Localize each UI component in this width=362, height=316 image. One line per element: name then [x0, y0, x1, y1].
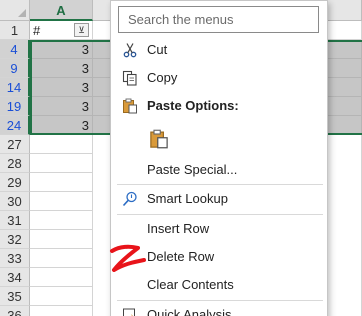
- menu-item-label: Delete Row: [147, 249, 215, 264]
- select-all-corner[interactable]: [0, 0, 30, 21]
- table-cell[interactable]: [30, 173, 93, 192]
- row-header[interactable]: 19: [0, 97, 30, 116]
- menu-item-copy[interactable]: Copy: [111, 64, 327, 92]
- menu-item-paste-special[interactable]: Paste Special...: [111, 156, 327, 184]
- menu-item-label: Quick Analysis: [147, 307, 232, 316]
- menu-item-paste-button[interactable]: [111, 124, 327, 156]
- menu-item-label: Copy: [147, 70, 178, 85]
- header-cell-text: #: [33, 23, 41, 38]
- menu-item-quick-analysis[interactable]: Quick Analysis: [111, 301, 327, 316]
- row-header[interactable]: 31: [0, 211, 30, 230]
- menu-item-clear-contents[interactable]: Clear Contents: [111, 271, 327, 299]
- select-all-triangle-icon: [18, 9, 26, 17]
- row-header[interactable]: 28: [0, 154, 30, 173]
- red-annotation-mark: [110, 244, 146, 272]
- table-cell[interactable]: [30, 249, 93, 268]
- table-cell[interactable]: [30, 154, 93, 173]
- column-header-a[interactable]: A: [30, 0, 93, 21]
- menu-item-label: Paste Special...: [147, 162, 238, 177]
- menu-item-insert-row[interactable]: Insert Row: [111, 215, 327, 243]
- menu-item-label: Insert Row: [147, 221, 210, 236]
- filter-funnel-icon: ⊻: [78, 25, 85, 35]
- search-menus-input[interactable]: [118, 6, 319, 33]
- row-header[interactable]: 9: [0, 59, 30, 78]
- copy-icon: [122, 70, 137, 86]
- table-cell[interactable]: 3: [30, 78, 93, 97]
- row-header[interactable]: 24: [0, 116, 30, 135]
- row-header[interactable]: 29: [0, 173, 30, 192]
- table-cell[interactable]: [30, 287, 93, 306]
- row-header[interactable]: 30: [0, 192, 30, 211]
- row-header[interactable]: 14: [0, 78, 30, 97]
- table-cell[interactable]: [30, 230, 93, 249]
- clipboard-icon: [123, 98, 137, 114]
- menu-item-label: Paste Options:: [147, 98, 239, 113]
- table-cell[interactable]: 3: [30, 40, 93, 59]
- menu-item-paste-options: Paste Options:: [111, 92, 327, 120]
- row-header[interactable]: 35: [0, 287, 30, 306]
- table-cell[interactable]: 3: [30, 59, 93, 78]
- table-cell[interactable]: [30, 306, 93, 316]
- menu-item-cut[interactable]: Cut: [111, 36, 327, 64]
- row-header[interactable]: 4: [0, 40, 30, 59]
- table-cell[interactable]: 3: [30, 97, 93, 116]
- table-cell[interactable]: [30, 135, 93, 154]
- quick-analysis-icon: [123, 308, 135, 316]
- row-header[interactable]: 1: [0, 21, 30, 40]
- table-cell[interactable]: 3: [30, 116, 93, 135]
- paste-clipboard-icon: [150, 129, 168, 149]
- row-header[interactable]: 32: [0, 230, 30, 249]
- header-cell[interactable]: # ⊻: [30, 21, 93, 40]
- menu-item-smart-lookup[interactable]: Smart Lookup: [111, 185, 327, 213]
- row-header[interactable]: 27: [0, 135, 30, 154]
- menu-item-label: Smart Lookup: [147, 191, 228, 206]
- table-cell[interactable]: [328, 135, 362, 316]
- row-header[interactable]: 34: [0, 268, 30, 287]
- table-cell[interactable]: [30, 192, 93, 211]
- filter-dropdown-button[interactable]: ⊻: [74, 23, 89, 37]
- menu-item-label: Clear Contents: [147, 277, 234, 292]
- table-cell[interactable]: [30, 211, 93, 230]
- scissors-icon: [123, 43, 137, 58]
- row-header[interactable]: 33: [0, 249, 30, 268]
- smart-lookup-icon: [122, 191, 137, 207]
- row-header[interactable]: 36: [0, 306, 30, 316]
- menu-item-label: Cut: [147, 42, 168, 57]
- table-cell[interactable]: [30, 268, 93, 287]
